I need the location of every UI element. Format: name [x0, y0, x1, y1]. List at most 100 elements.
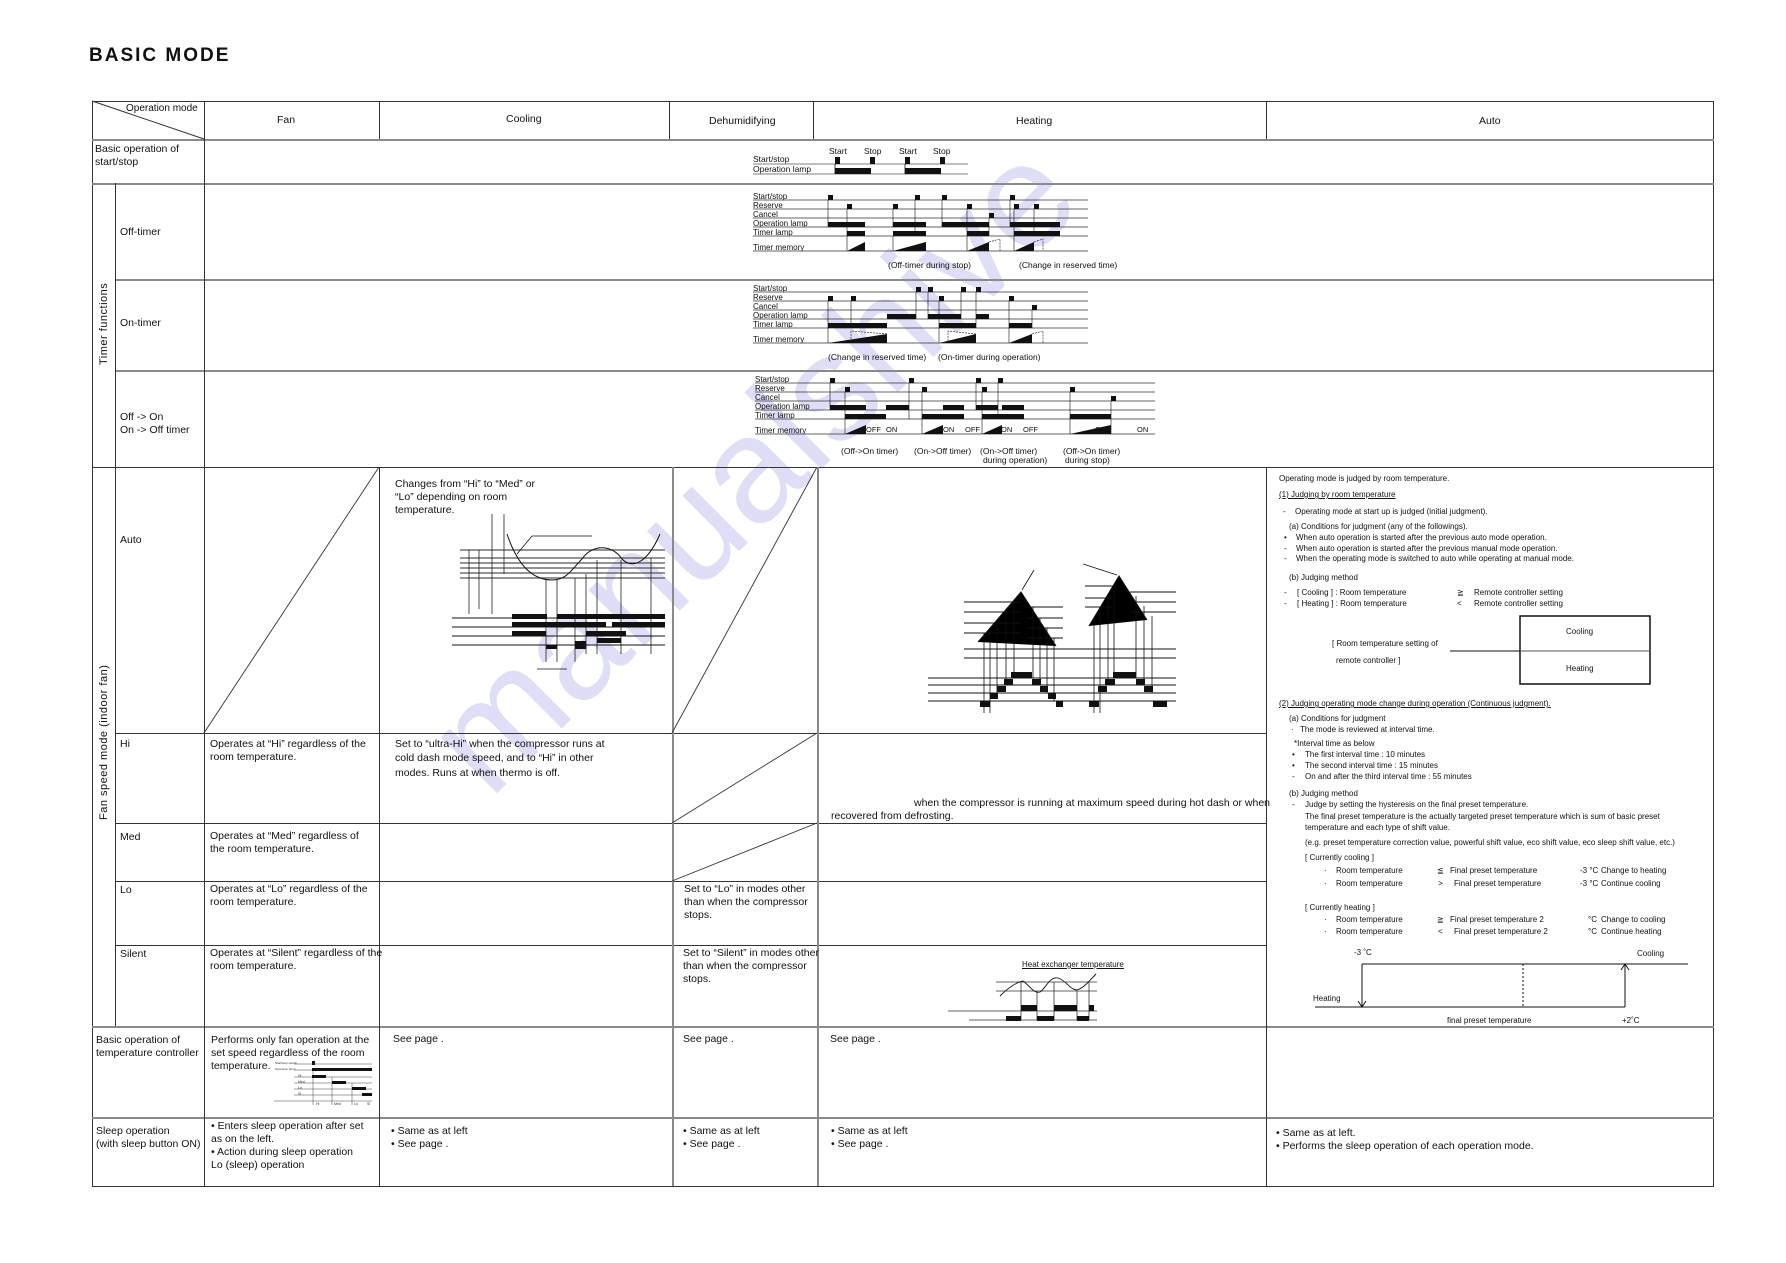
pulse-mark — [828, 296, 833, 301]
auto-s1a-item: When the operating mode is switched to a… — [1296, 554, 1574, 563]
mode-box-diagram — [1450, 615, 1651, 685]
row-label-lo: Lo — [120, 884, 132, 896]
memory-tag: OFF — [965, 425, 980, 434]
hi-cooling-text: cold dash mode speed, and to “Hi” in oth… — [395, 752, 594, 764]
auto-s2a-item: On and after the third interval time : 5… — [1305, 772, 1472, 781]
box-label: remote controller ] — [1336, 656, 1401, 665]
hi-cooling-text: Set to “ultra-Hi” when the compressor ru… — [395, 738, 605, 750]
lo-dehumidifying-text: than when the compressor — [684, 896, 808, 908]
memory-tag: OFF — [866, 425, 881, 434]
column-header-fan: Fan — [277, 114, 296, 126]
pulse-mark — [1009, 296, 1014, 301]
pulse-mark — [967, 204, 972, 209]
mini-signal-label: Lo — [298, 1086, 302, 1090]
pulse-mark — [1014, 204, 1019, 209]
pulse-mark — [845, 387, 850, 392]
state-bar — [1010, 222, 1060, 227]
rule-result: Continue cooling — [1601, 879, 1661, 888]
memory-tag: ON — [943, 425, 954, 434]
timer-memory-ramp — [922, 425, 943, 434]
group-label-timer-functions: Timer functions — [98, 282, 110, 365]
row-label-auto: Auto — [120, 534, 142, 546]
state-bar — [828, 323, 887, 328]
row-label-off-on-1: Off -> On — [120, 411, 164, 423]
state-bar — [1070, 414, 1111, 419]
silent-fan-text: room temperature. — [210, 960, 297, 972]
lo-fan-text: Operates at “Lo” regardless of the — [210, 883, 368, 895]
rule-op: ≧ — [1437, 915, 1444, 924]
state-bar — [886, 405, 909, 410]
rule-rhs: Final preset temperature — [1454, 879, 1542, 888]
timer-memory-ramp — [828, 334, 887, 343]
on-timer-waveform: Start/stopReserveCancelOperation lampTim… — [753, 284, 1088, 344]
state-bar — [830, 405, 866, 410]
mini-bottom-label: Sl — [367, 1102, 370, 1106]
auto-s1b-op: < — [1457, 599, 1462, 608]
cooling-auto-diagram — [452, 514, 665, 670]
auto-s2b-title: (b) Judging method — [1289, 789, 1358, 798]
rule-lhs: Room temperature — [1336, 915, 1403, 924]
memory-tag: ON — [1001, 425, 1012, 434]
hi-fan-text: room temperature. — [210, 751, 297, 763]
sleep-fan-text: • Enters sleep operation after set — [211, 1120, 364, 1132]
row-label-off-timer: Off-timer — [120, 226, 161, 238]
lo-fan-text: room temperature. — [210, 896, 297, 908]
pulse-mark — [830, 378, 835, 383]
auto-s2b-eg: (e.g. preset temperature correction valu… — [1305, 838, 1675, 847]
memory-tag: OFF — [1023, 425, 1038, 434]
row-label-temp-controller-2: temperature controller — [96, 1047, 199, 1059]
state-bar — [976, 405, 998, 410]
timer-memory-ramp — [845, 425, 866, 434]
hi-heating-text: recovered from defrosting. — [831, 810, 954, 822]
sleep-auto-text: • Same as at left. — [1276, 1127, 1356, 1139]
rule-op: > — [1438, 879, 1443, 888]
pulse-mark — [939, 296, 944, 301]
pulse-mark — [976, 287, 981, 292]
auto-s2a-item: The first interval time : 10 minutes — [1305, 750, 1426, 759]
currently-heating-title: [ Currently heating ] — [1305, 903, 1375, 912]
rule-offset: -3 °C — [1580, 879, 1599, 888]
sleep-cooling-text: • See page . — [391, 1138, 449, 1150]
rule-lhs: Room temperature — [1336, 866, 1403, 875]
pulse-mark — [851, 296, 856, 301]
box-top-label: Cooling — [1566, 627, 1594, 636]
state-bar — [922, 414, 964, 419]
column-header-dehumidifying: Dehumidifying — [709, 115, 776, 127]
pulse-mark — [989, 213, 994, 218]
mini-signal-label: Sl — [298, 1092, 301, 1096]
lo-dehumidifying-text: stops. — [684, 909, 713, 921]
rule-result: Change to cooling — [1601, 915, 1666, 924]
row-label-start-stop-1: Basic operation of — [95, 143, 180, 155]
row-label-sleep-2: (with sleep button ON) — [96, 1138, 201, 1150]
auto-s1b-mode: [ Cooling ] : Room temperature — [1297, 588, 1407, 597]
rule-offset: °C — [1588, 915, 1597, 924]
pulse-mark — [998, 378, 1003, 383]
temp-controller-dehumidifying-text: See page . — [683, 1033, 734, 1045]
column-header-cooling: Cooling — [506, 113, 542, 125]
off-timer-waveform: Start/stopReserveCancelOperation lampTim… — [753, 192, 1088, 252]
auto-intro: Operating mode is judged by room tempera… — [1279, 474, 1450, 483]
timer-memory-ramp — [1009, 334, 1032, 343]
state-bar — [828, 222, 865, 227]
pulse-mark — [922, 387, 927, 392]
row-label-off-on-2: On -> Off timer — [120, 424, 190, 436]
pulse-mark — [915, 195, 920, 200]
auto-s1a-item: When auto operation is started after the… — [1296, 544, 1558, 553]
memory-tag: ON — [886, 425, 897, 434]
temp-controller-heating-text: See page . — [830, 1033, 881, 1045]
auto-s1-bullet: Operating mode at start up is judged (in… — [1295, 507, 1488, 516]
currently-cooling-title: [ Currently cooling ] — [1305, 853, 1374, 862]
state-bar — [847, 231, 865, 236]
state-bar — [942, 222, 989, 227]
hysteresis-diagram — [1315, 963, 1688, 1008]
row-label-med: Med — [120, 831, 141, 843]
auto-cooling-text: “Lo” depending on room — [395, 491, 508, 503]
pulse-mark — [1034, 204, 1039, 209]
rule-lhs: Room temperature — [1336, 927, 1403, 936]
med-fan-text: Operates at “Med” regardless of — [210, 830, 359, 842]
row-label-silent: Silent — [120, 948, 147, 960]
pulse-mark — [976, 378, 981, 383]
hyst-right-label: +2˚C — [1622, 1016, 1640, 1025]
mini-signal-label: Start/stop switch — [275, 1061, 297, 1065]
silent-dehumidifying-text: Set to “Silent” in modes other — [683, 947, 819, 959]
